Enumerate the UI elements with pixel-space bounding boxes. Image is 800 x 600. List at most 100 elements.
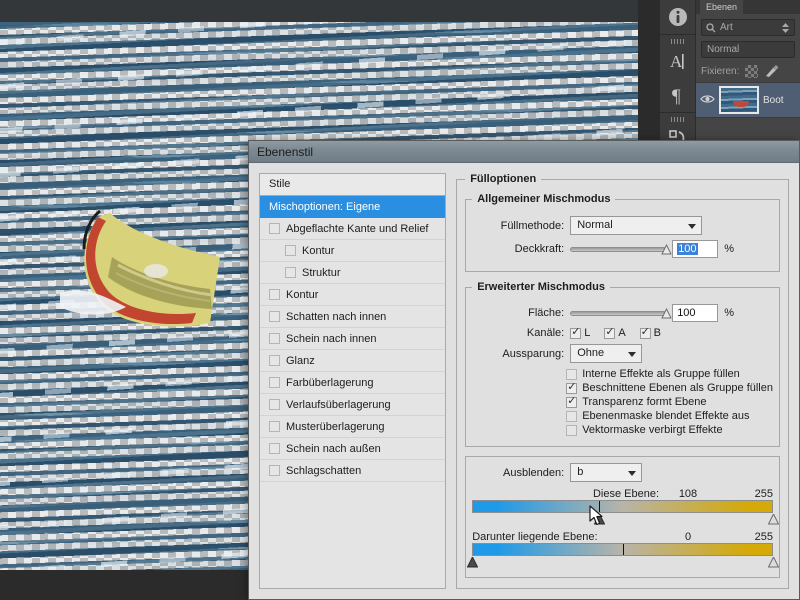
style-enable-checkbox[interactable]	[269, 399, 280, 410]
advanced-option-row[interactable]: Transparenz formt Ebene	[566, 394, 773, 408]
channel-l[interactable]: L	[570, 325, 591, 339]
style-list-item[interactable]: Abgeflachte Kante und Relief	[260, 218, 446, 240]
dialog-title-bar[interactable]: Ebenenstil	[249, 141, 799, 163]
underlying-layer-gradient-bar[interactable]	[472, 543, 773, 556]
character-panel-icon[interactable]: A	[660, 44, 696, 78]
fill-row: Fläche: 100 %	[472, 304, 773, 322]
blend-if-channel-select[interactable]: b	[570, 463, 643, 482]
advanced-option-label: Vektormaske verbirgt Effekte	[582, 424, 723, 436]
fill-options-pane: Fülloptionen Allgemeiner Mischmodus Füll…	[456, 173, 789, 589]
channel-checkbox[interactable]	[604, 325, 616, 339]
this-layer-gradient-bar[interactable]	[472, 500, 773, 513]
advanced-option-row[interactable]: Interne Effekte als Gruppe füllen	[566, 368, 773, 380]
style-list-item[interactable]: Mischoptionen: Eigene	[260, 196, 446, 218]
style-enable-checkbox[interactable]	[269, 333, 280, 344]
blend-if-channel-value: b	[577, 466, 584, 478]
knockout-value: Ohne	[577, 347, 605, 359]
advanced-option-checkbox[interactable]	[566, 368, 578, 380]
styles-list[interactable]: Mischoptionen: Eigene Abgeflachte Kante u…	[259, 195, 447, 589]
style-enable-checkbox[interactable]	[269, 355, 280, 366]
blend-if-label: Ausblenden:	[503, 466, 565, 479]
blend-if-channel-row: Ausblenden: b	[472, 463, 773, 482]
fill-slider[interactable]	[570, 306, 672, 320]
layer-style-dialog: Ebenenstil Stile Mischoptionen: Eigene Ab…	[248, 140, 800, 600]
stepper-icon[interactable]	[781, 22, 790, 34]
style-list-item[interactable]: Schein nach außen	[260, 438, 446, 460]
lock-transparency-icon[interactable]	[745, 64, 759, 78]
this-layer-max: 255	[754, 488, 773, 500]
style-list-item[interactable]: Farbüberlagerung	[260, 372, 446, 394]
channel-a[interactable]: A	[604, 325, 626, 339]
style-enable-checkbox[interactable]	[285, 267, 296, 278]
style-list-item[interactable]: Musterüberlagerung	[260, 416, 446, 438]
style-list-item-label: Schein nach außen	[286, 442, 381, 455]
layer-blend-mode-select[interactable]: Normal	[701, 41, 795, 58]
style-list-item[interactable]: Schein nach innen	[260, 328, 446, 350]
info-icon[interactable]	[660, 0, 696, 34]
lock-image-pixels-icon[interactable]	[764, 64, 780, 78]
advanced-option-row[interactable]: Vektormaske verbirgt Effekte	[566, 424, 773, 436]
advanced-option-checkbox[interactable]	[566, 380, 578, 394]
style-list-item[interactable]: Schatten nach innen	[260, 306, 446, 328]
layer-filter-search[interactable]: Art	[701, 19, 795, 36]
dialog-body: Stile Mischoptionen: Eigene Abgeflachte K…	[249, 163, 799, 599]
lock-row: Fixieren:	[696, 60, 800, 82]
layer-blend-mode-row: Normal	[696, 39, 800, 60]
this-layer-max-handle[interactable]	[767, 512, 780, 525]
style-enable-checkbox[interactable]	[269, 465, 280, 476]
fill-slider-handle[interactable]	[661, 307, 672, 319]
style-enable-checkbox[interactable]	[269, 311, 280, 322]
layer-list-item[interactable]: Boot	[696, 82, 800, 118]
styles-header[interactable]: Stile	[259, 173, 447, 195]
panel-tab-bar[interactable]: Ebenen	[696, 0, 800, 14]
advanced-option-checkbox[interactable]	[566, 410, 578, 422]
style-list-item[interactable]: Glanz	[260, 350, 446, 372]
tab-ebenen[interactable]: Ebenen	[700, 0, 744, 14]
advanced-checkbox-list[interactable]: Interne Effekte als Gruppe füllen Beschni…	[566, 368, 773, 436]
style-list-item[interactable]: Kontur	[260, 240, 446, 262]
advanced-option-checkbox[interactable]	[566, 424, 578, 436]
this-layer-tick	[598, 501, 600, 512]
advanced-option-row[interactable]: Beschnittene Ebenen als Gruppe füllen	[566, 380, 773, 394]
this-layer-handles[interactable]	[472, 512, 780, 526]
style-enable-checkbox[interactable]	[269, 421, 280, 432]
style-enable-checkbox[interactable]	[269, 443, 280, 454]
opacity-input[interactable]: 100	[672, 240, 719, 258]
underlying-layer-label-row: Darunter liegende Ebene: 0 255	[472, 531, 773, 543]
channels-row: Kanäle: L A B	[472, 325, 773, 340]
channel-checkbox-group[interactable]: L AB	[570, 325, 675, 339]
paragraph-panel-icon[interactable]: ¶	[660, 78, 696, 112]
underlying-layer-min: 0	[684, 531, 692, 543]
channel-checkbox[interactable]	[639, 325, 651, 339]
layer-thumbnail[interactable]	[719, 86, 759, 114]
blend-mode-select[interactable]: Normal	[570, 216, 703, 235]
fill-input[interactable]: 100	[672, 304, 719, 322]
style-list-item[interactable]: Struktur	[260, 262, 446, 284]
fill-options-group: Fülloptionen Allgemeiner Mischmodus Füll…	[456, 173, 789, 589]
style-enable-checkbox[interactable]	[269, 289, 280, 300]
underlying-layer-max: 255	[754, 531, 773, 543]
underlying-layer-handles[interactable]	[466, 555, 780, 569]
knockout-select[interactable]: Ohne	[570, 344, 643, 363]
advanced-option-checkbox[interactable]	[566, 394, 578, 408]
channel-label: L	[584, 327, 591, 339]
underlying-layer-min-handle[interactable]	[466, 555, 479, 568]
style-list-item-label: Abgeflachte Kante und Relief	[286, 222, 429, 235]
style-list-item[interactable]: Kontur	[260, 284, 446, 306]
document-tab-bar[interactable]	[0, 0, 660, 22]
opacity-slider-handle[interactable]	[661, 243, 672, 255]
opacity-slider[interactable]	[570, 242, 672, 256]
style-list-item[interactable]: Verlaufsüberlagerung	[260, 394, 446, 416]
fill-options-legend: Fülloptionen	[470, 173, 537, 185]
channel-b[interactable]: B	[639, 325, 661, 339]
channel-checkbox[interactable]	[570, 325, 582, 339]
style-enable-checkbox[interactable]	[269, 223, 280, 234]
style-enable-checkbox[interactable]	[269, 377, 280, 388]
style-list-item-label: Schein nach innen	[286, 332, 377, 345]
style-enable-checkbox[interactable]	[285, 245, 296, 256]
underlying-layer-max-handle[interactable]	[767, 555, 780, 568]
advanced-option-row[interactable]: Ebenenmaske blendet Effekte aus	[566, 410, 773, 422]
this-layer-min-handle[interactable]	[593, 512, 605, 525]
visibility-icon[interactable]	[699, 94, 715, 107]
style-list-item[interactable]: Schlagschatten	[260, 460, 446, 482]
